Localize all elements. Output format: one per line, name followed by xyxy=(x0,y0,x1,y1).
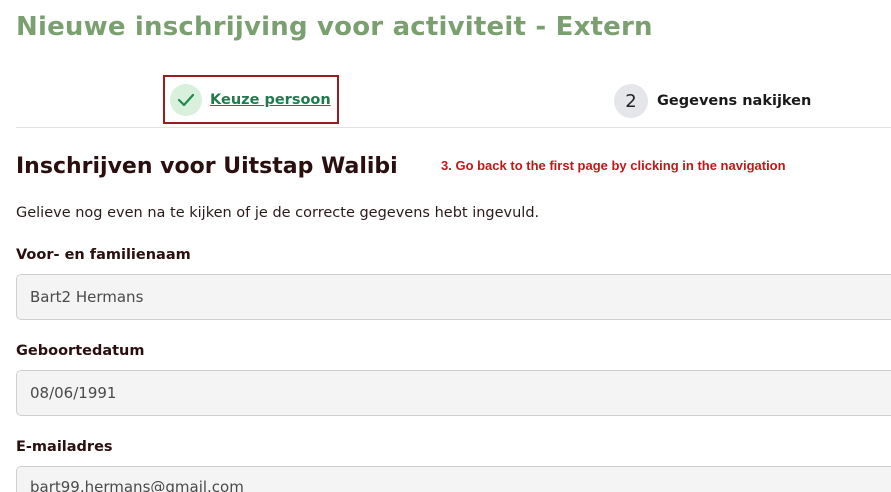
step-number-badge: 2 xyxy=(614,84,648,118)
step-1-label[interactable]: Keuze persoon xyxy=(210,92,331,108)
birthdate-label: Geboortedatum xyxy=(16,343,145,359)
birthdate-field[interactable] xyxy=(16,370,891,416)
section-title: Inschrijven voor Uitstap Walibi xyxy=(16,154,398,179)
email-label: E-mailadres xyxy=(16,439,113,455)
page-title: Nieuwe inschrijving voor activiteit - Ex… xyxy=(16,12,653,42)
step-2-label: Gegevens nakijken xyxy=(657,93,812,109)
step-gegevens-nakijken: 2 Gegevens nakijken xyxy=(614,84,811,118)
name-field[interactable] xyxy=(16,274,891,320)
step-keuze-persoon[interactable]: Keuze persoon xyxy=(163,75,339,124)
name-label: Voor- en familienaam xyxy=(16,247,191,263)
check-icon xyxy=(170,83,202,116)
instruction-annotation: 3. Go back to the first page by clicking… xyxy=(441,158,786,173)
email-field[interactable] xyxy=(16,466,891,492)
stepper-divider xyxy=(16,127,891,128)
intro-text: Gelieve nog even na te kijken of je de c… xyxy=(16,205,540,221)
